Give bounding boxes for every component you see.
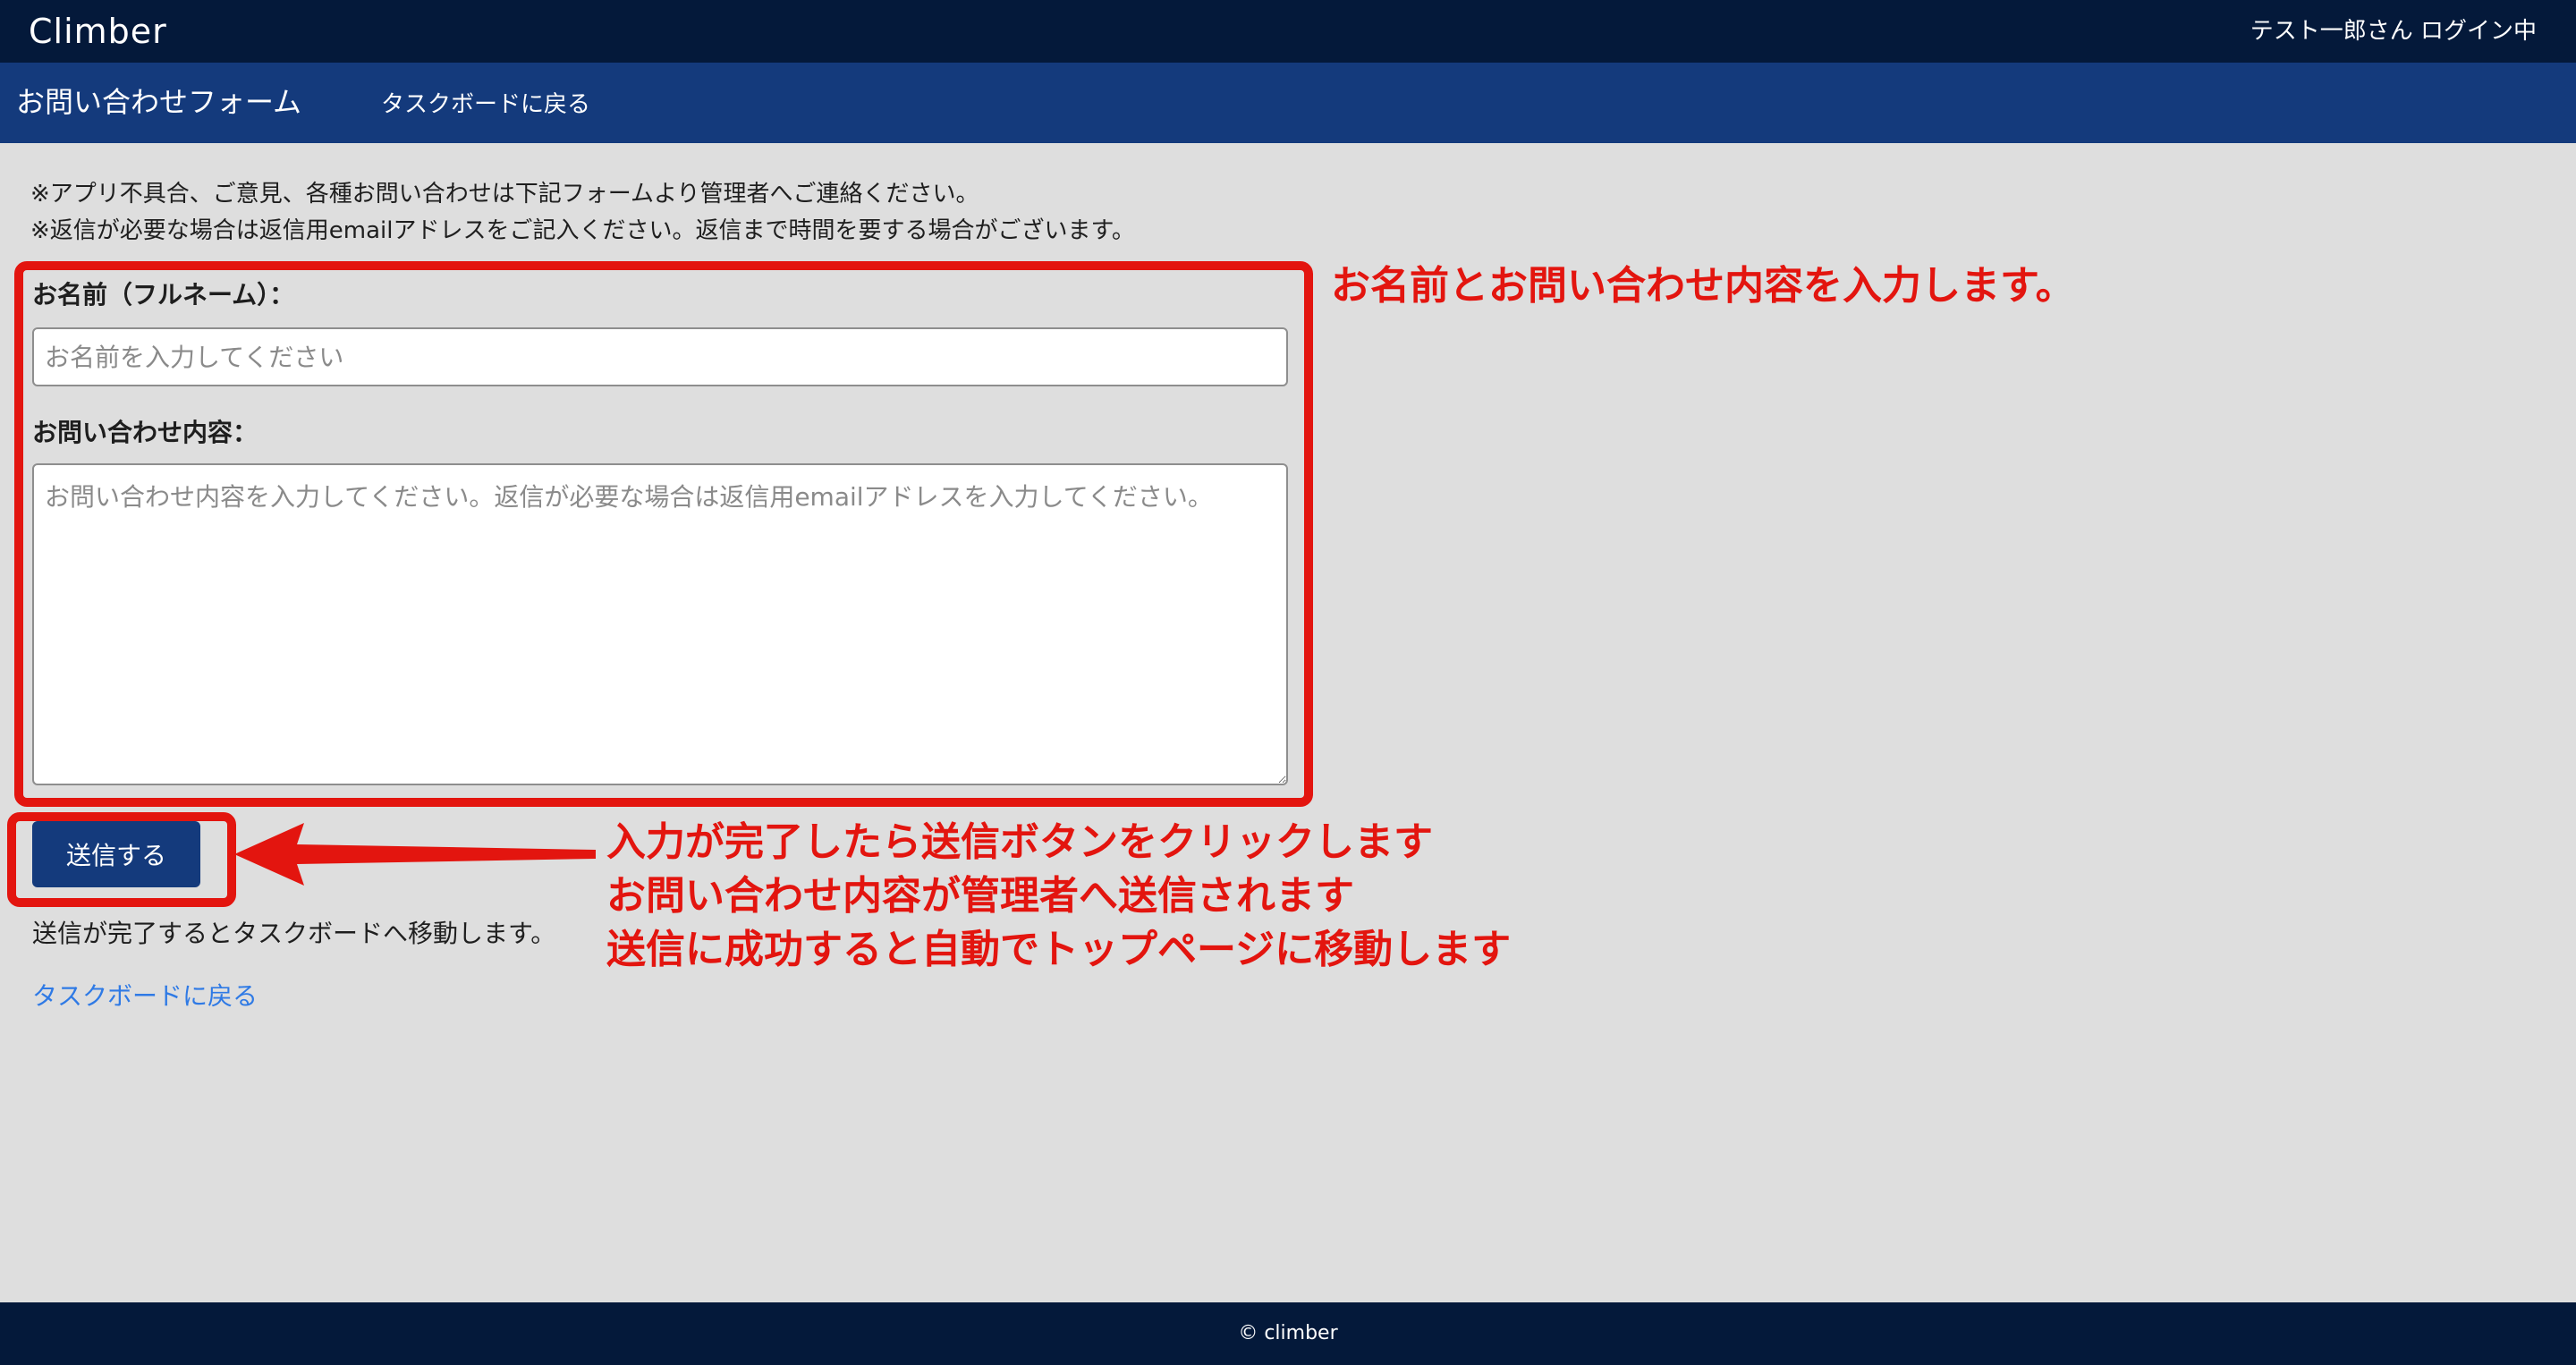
page-title: お問い合わせフォーム — [16, 85, 302, 119]
nav-back-to-taskboard-link[interactable]: タスクボードに戻る — [381, 87, 590, 123]
sub-navigation: お問い合わせフォーム タスクボードに戻る — [0, 63, 2576, 143]
button-highlight-box — [7, 812, 236, 907]
submit-annotation-line-2: お問い合わせ内容が管理者へ送信されます — [606, 873, 1354, 919]
annotation-arrow-icon — [234, 823, 596, 886]
top-header: Climber テスト一郎さん ログイン中 — [0, 0, 2576, 63]
submit-info-text: 送信が完了するとタスクボードへ移動します。 — [32, 919, 556, 948]
footer: © climber — [0, 1302, 2576, 1365]
submit-annotation-line-1: 入力が完了したら送信ボタンをクリックします — [606, 819, 1433, 865]
copyright-text: © climber — [1238, 1322, 1338, 1344]
form-highlight-box — [14, 261, 1313, 807]
back-to-taskboard-link[interactable]: タスクボードに戻る — [32, 979, 258, 1014]
form-annotation-text: お名前とお問い合わせ内容を入力します。 — [1331, 263, 2075, 309]
submit-annotation-line-3: 送信に成功すると自動でトップページに移動します — [606, 927, 1512, 972]
notice-line-2: ※返信が必要な場合は返信用emailアドレスをご記入ください。返信まで時間を要す… — [30, 217, 1135, 244]
login-status: テスト一郎さん ログイン中 — [2250, 18, 2537, 45]
brand-logo[interactable]: Climber — [29, 9, 167, 54]
submit-annotation-text: 入力が完了したら送信ボタンをクリックします お問い合わせ内容が管理者へ送信されま… — [606, 816, 1511, 977]
notice-line-1: ※アプリ不具合、ご意見、各種お問い合わせは下記フォームより管理者へご連絡ください… — [30, 181, 979, 208]
